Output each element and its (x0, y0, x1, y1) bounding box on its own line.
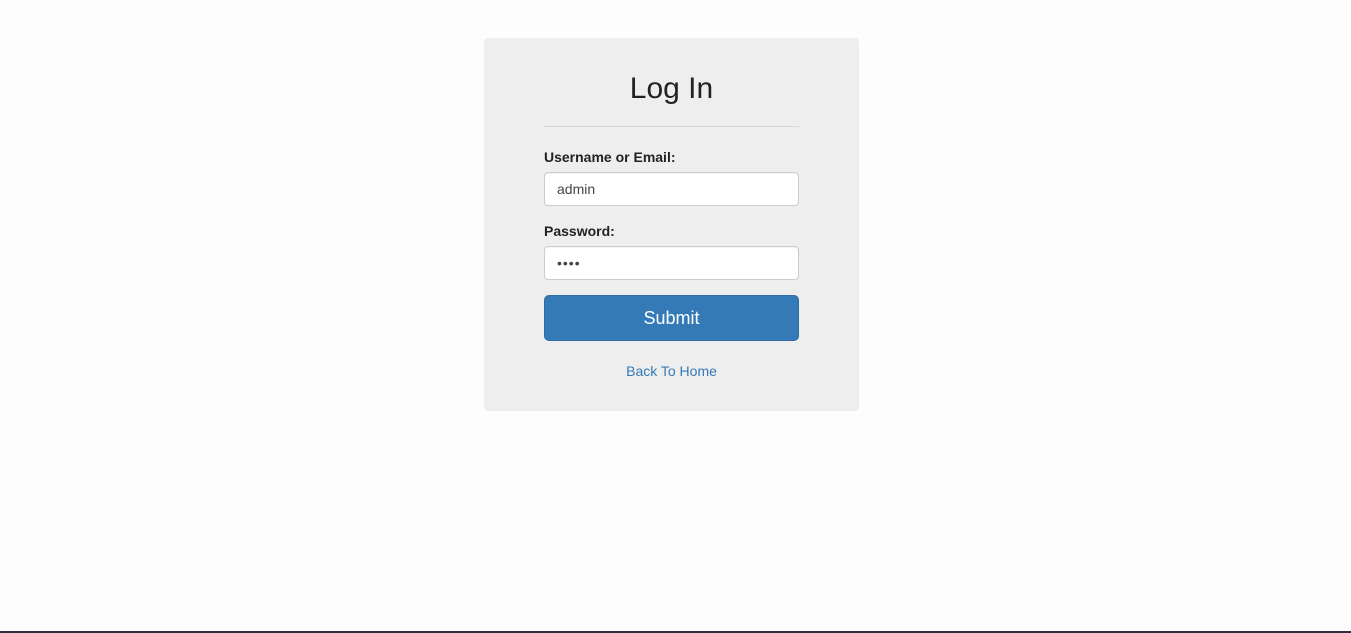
title-divider (544, 126, 799, 127)
username-input[interactable] (544, 172, 799, 206)
login-form: Log In Username or Email: Password: Subm… (484, 38, 859, 411)
submit-button[interactable]: Submit (544, 295, 799, 341)
back-to-home-link[interactable]: Back To Home (626, 363, 717, 379)
password-input[interactable] (544, 246, 799, 280)
password-label: Password: (544, 223, 615, 239)
page: Log In Username or Email: Password: Subm… (0, 0, 1351, 633)
page-title: Log In (629, 72, 714, 105)
username-label: Username or Email: (544, 149, 676, 165)
back-link-container: Back To Home (484, 362, 859, 380)
